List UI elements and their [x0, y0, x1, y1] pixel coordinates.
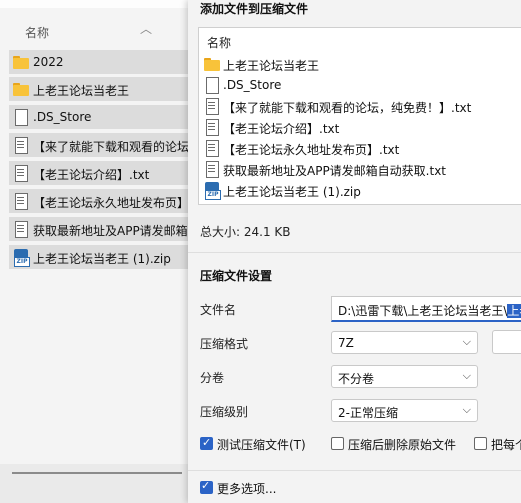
zip-icon	[13, 249, 30, 267]
text-file-icon	[204, 140, 220, 157]
settings-section-title: 压缩文件设置	[200, 269, 273, 283]
list-item-label: .DS_Store	[223, 78, 282, 92]
archive-format-select[interactable]: 7Z ⌵	[331, 331, 478, 354]
divider	[188, 252, 521, 253]
zip-icon	[204, 182, 221, 200]
checkbox-unchecked-icon	[331, 437, 344, 450]
chevron-down-icon: ⌵	[462, 369, 471, 382]
file-icon	[204, 77, 220, 94]
checkbox-checked-icon	[200, 479, 213, 494]
explorer-status-bar	[0, 464, 190, 503]
text-file-icon	[13, 137, 29, 154]
more-options-label: 更多选项...	[217, 482, 277, 496]
file-row-label: 上老王论坛当老王 (1).zip	[33, 252, 171, 266]
list-item-label: 【来了就能下载和观看的论坛，纯免费！】.txt	[223, 101, 472, 115]
total-size: 总大小: 24.1 KB	[200, 225, 291, 239]
file-row[interactable]: 上老王论坛当老王	[9, 77, 190, 101]
level-value: 2-正常压缩	[338, 406, 398, 420]
horizontal-scrollbar[interactable]	[12, 472, 182, 474]
file-row-label: 获取最新地址及APP请发邮箱自动获取.txt	[33, 224, 190, 238]
file-row[interactable]: 【来了就能下载和观看的论坛，纯免费！】.txt	[9, 133, 190, 157]
file-row[interactable]: 获取最新地址及APP请发邮箱自动获取.txt	[9, 217, 190, 241]
file-row-label: .DS_Store	[33, 110, 92, 124]
explorer-toolbar-edge	[0, 0, 190, 8]
list-item-label: 上老王论坛当老王	[223, 59, 320, 73]
compression-level-select[interactable]: 2-正常压缩 ⌵	[331, 399, 478, 422]
file-row[interactable]: 上老王论坛当老王 (1).zip	[9, 245, 190, 269]
add-to-archive-dialog: 添加文件到压缩文件 名称 上老王论坛当老王 .DS_Store 【来了就能下载和…	[188, 0, 521, 503]
file-icon	[13, 109, 29, 126]
checkbox-checked-icon	[200, 436, 213, 450]
column-header-name[interactable]: 名称 ︿	[0, 18, 190, 44]
text-file-icon	[204, 161, 220, 178]
file-row-label: 【来了就能下载和观看的论坛，纯免费！】.txt	[33, 140, 190, 154]
format-label: 压缩格式	[200, 337, 249, 351]
split-value: 不分卷	[338, 372, 375, 386]
text-file-icon	[204, 119, 220, 136]
folder-icon	[13, 54, 29, 70]
divider	[188, 470, 521, 471]
list-item-label: 获取最新地址及APP请发邮箱自动获取.txt	[223, 164, 447, 178]
checkbox-label: 测试压缩文件(T)	[217, 438, 306, 452]
list-item-label: 上老王论坛当老王 (1).zip	[223, 185, 361, 199]
folder-icon	[204, 56, 220, 72]
text-file-icon	[13, 221, 29, 238]
sort-chevron-icon: ︿	[140, 22, 153, 36]
split-label: 分卷	[200, 371, 225, 385]
level-label: 压缩级别	[200, 405, 249, 419]
file-explorer-panel: 名称 ︿ 2022 上老王论坛当老王 .DS_Store 【来了就能下载和观看的…	[0, 0, 190, 503]
list-item-label: 【老王论坛介绍】.txt	[223, 122, 340, 136]
chevron-down-icon: ⌵	[462, 403, 471, 416]
text-file-icon	[204, 98, 220, 115]
folder-icon	[13, 81, 29, 97]
file-row-label: 【老王论坛永久地址发布页】.txt	[33, 196, 190, 210]
filename-label: 文件名	[200, 303, 237, 317]
filename-path: D:\迅雷下载\上老王论坛当老王\	[338, 304, 508, 318]
filename-value: D:\迅雷下载\上老王论坛当老王\上老	[338, 302, 521, 319]
file-row-label: 上老王论坛当老王	[33, 84, 130, 98]
archive-filename-input[interactable]: D:\迅雷下载\上老王论坛当老王\上老	[331, 296, 521, 322]
archive-file-list[interactable]: 名称 上老王论坛当老王 .DS_Store 【来了就能下载和观看的论坛，纯免费！…	[198, 27, 521, 205]
format-options-button[interactable]	[492, 330, 521, 354]
split-volume-select[interactable]: 不分卷 ⌵	[331, 365, 478, 388]
checkbox-label: 压缩后删除原始文件	[348, 438, 457, 452]
file-row-label: 【老王论坛介绍】.txt	[33, 168, 150, 182]
format-value: 7Z	[338, 336, 354, 350]
file-row[interactable]: 【老王论坛介绍】.txt	[9, 161, 190, 185]
list-item-label: 【老王论坛永久地址发布页】.txt	[223, 143, 400, 157]
filename-selected-text: 上老	[507, 304, 521, 318]
file-row[interactable]: 2022	[9, 50, 190, 74]
text-file-icon	[13, 165, 29, 182]
file-row-label: 2022	[33, 55, 64, 69]
chevron-down-icon: ⌵	[462, 335, 471, 348]
text-file-icon	[13, 193, 29, 210]
file-row[interactable]: 【老王论坛永久地址发布页】.txt	[9, 189, 190, 213]
file-row[interactable]: .DS_Store	[9, 105, 190, 129]
dialog-title: 添加文件到压缩文件	[200, 2, 309, 16]
list-header-name: 名称	[207, 36, 232, 50]
column-header-label: 名称	[25, 26, 50, 40]
checkbox-label: 把每个	[491, 438, 521, 452]
checkbox-unchecked-icon	[474, 437, 487, 450]
